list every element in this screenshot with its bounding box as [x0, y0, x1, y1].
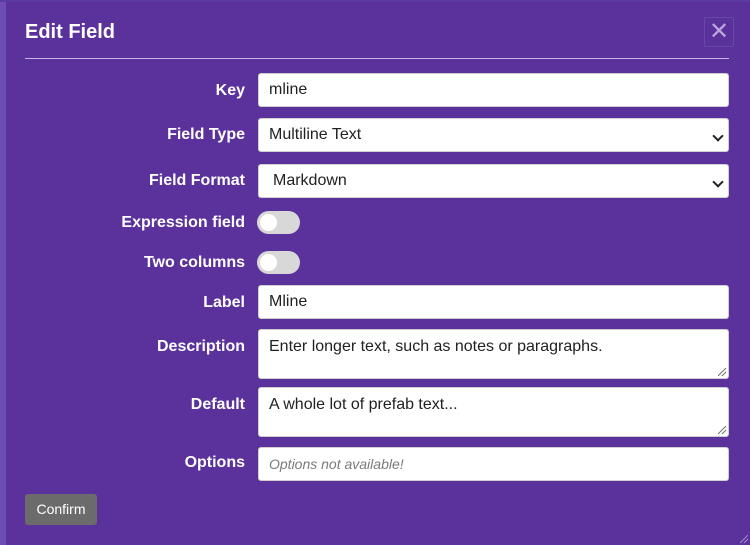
window-resize-grip-icon[interactable]: [740, 535, 748, 543]
field-format-select[interactable]: Markdown: [258, 164, 729, 198]
key-value: mline: [269, 81, 308, 98]
options-input[interactable]: Options not available!: [258, 447, 729, 481]
field-type-value: Multiline Text: [269, 126, 362, 143]
label-label: Label: [203, 294, 245, 311]
description-value: Enter longer text, such as notes or para…: [269, 338, 603, 355]
close-button[interactable]: ✕: [704, 17, 734, 47]
default-label: Default: [190, 396, 245, 413]
edit-field-dialog: Edit Field ✕ Key mline Field Type Multil…: [6, 2, 750, 545]
confirm-button[interactable]: Confirm: [25, 494, 97, 525]
default-value: A whole lot of prefab text...: [269, 396, 458, 413]
expression-field-label: Expression field: [121, 214, 245, 231]
default-textarea[interactable]: A whole lot of prefab text...: [258, 387, 729, 437]
toggle-knob: [260, 254, 277, 271]
two-columns-label: Two columns: [143, 254, 245, 271]
resize-grip-icon[interactable]: [718, 426, 726, 434]
chevron-down-icon: [712, 130, 724, 142]
resize-grip-icon[interactable]: [718, 368, 726, 376]
field-type-label: Field Type: [167, 126, 245, 143]
options-placeholder: Options not available!: [269, 456, 404, 472]
dialog-title: Edit Field: [25, 21, 115, 43]
field-format-value: Markdown: [273, 172, 347, 189]
description-label: Description: [156, 338, 245, 355]
expression-field-toggle[interactable]: [257, 211, 300, 234]
description-textarea[interactable]: Enter longer text, such as notes or para…: [258, 329, 729, 379]
chevron-down-icon: [712, 176, 724, 188]
field-type-select[interactable]: Multiline Text: [258, 118, 729, 152]
label-value: Mline: [269, 293, 308, 310]
toggle-knob: [260, 214, 277, 231]
two-columns-toggle[interactable]: [257, 251, 300, 274]
label-input[interactable]: Mline: [258, 285, 729, 319]
key-label: Key: [215, 82, 245, 99]
options-label: Options: [184, 454, 245, 471]
key-input[interactable]: mline: [258, 73, 729, 107]
dialog-header: Edit Field ✕: [25, 2, 734, 59]
field-format-label: Field Format: [148, 172, 245, 189]
close-icon: ✕: [708, 18, 730, 45]
